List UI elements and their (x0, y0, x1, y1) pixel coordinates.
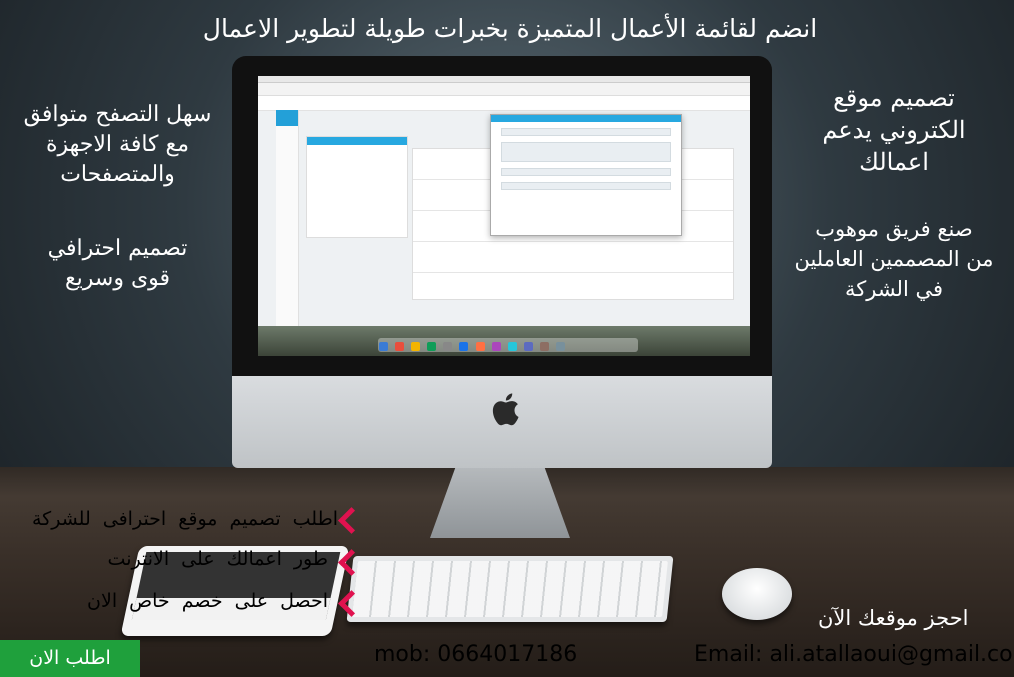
feature-line: اعمالك (859, 148, 929, 176)
mobile-number: mob: 0664017186 (374, 642, 578, 667)
mouse (722, 568, 792, 620)
mac-dock (378, 338, 638, 352)
event-modal (490, 114, 682, 236)
feature-line: تصميم احترافي (47, 236, 188, 261)
feature-compatible: سهل التصفح متوافق مع كافة الاجهزة والمتص… (10, 100, 225, 190)
feature-line: في الشركة (844, 277, 944, 301)
calendar-week-row (413, 242, 733, 273)
mini-calendar (306, 136, 408, 238)
dock-app-icon (523, 342, 533, 351)
modal-field (501, 182, 671, 190)
dock-app-icon (411, 342, 421, 351)
feature-line: صنع فريق موهوب (815, 217, 973, 241)
modal-field (501, 128, 671, 136)
dock-app-icon (556, 342, 566, 351)
imac-display (258, 76, 750, 356)
feature-line: مع كافة الاجهزة (45, 132, 190, 157)
modal-textarea (501, 142, 671, 162)
dock-app-icon (507, 342, 517, 351)
feature-team: صنع فريق موهوب من المصممين العاملين في ا… (784, 214, 1004, 304)
dock-app-icon (443, 342, 453, 351)
cta-item: احصل على خصم خاص الان (87, 590, 328, 612)
headline: انضم لقائمة الأعمال المتميزة بخبرات طويل… (202, 14, 818, 43)
mini-calendar-header (307, 137, 407, 145)
feature-line: تصميم موقع (833, 84, 955, 112)
dock-app-icon (539, 342, 549, 351)
sidebar-active-item (276, 110, 298, 126)
feature-website-design: تصميم موقع الكتروني يدعم اعمالك (784, 82, 1004, 178)
feature-professional: تصميم احترافي قوى وسريع (10, 234, 225, 294)
app-sidebar (276, 110, 299, 332)
cta-item: طور اعمالك على الانترنت (107, 548, 328, 570)
keyboard-keys (352, 561, 668, 617)
apple-logo-icon (492, 393, 519, 426)
keyboard (346, 556, 674, 622)
email-address[interactable]: Email: ali.atallaoui@gmail.com (694, 642, 1014, 667)
dock-app-icon (427, 342, 437, 351)
book-now-label: احجز موقعك الآن (818, 606, 969, 630)
feature-line: قوى وسريع (64, 266, 171, 291)
mac-menubar (258, 76, 750, 83)
dock-app-icon (491, 342, 501, 351)
feature-line: الكتروني يدعم (822, 116, 966, 144)
feature-line: سهل التصفح متوافق (23, 102, 212, 127)
feature-line: والمتصفحات (60, 162, 175, 187)
browser-toolbar (258, 83, 750, 96)
modal-header (491, 115, 681, 122)
dock-app-icon (459, 342, 469, 351)
cta-item: اطلب تصميم موقع احترافى للشركة (31, 508, 338, 530)
feature-line: من المصممين العاملين (794, 247, 994, 271)
dock-app-icon (395, 342, 405, 351)
dock-app-icon (379, 342, 388, 351)
order-now-button[interactable]: اطلب الان (0, 640, 140, 677)
dock-app-icon (475, 342, 485, 351)
app-header (258, 96, 750, 111)
modal-field (501, 168, 671, 176)
